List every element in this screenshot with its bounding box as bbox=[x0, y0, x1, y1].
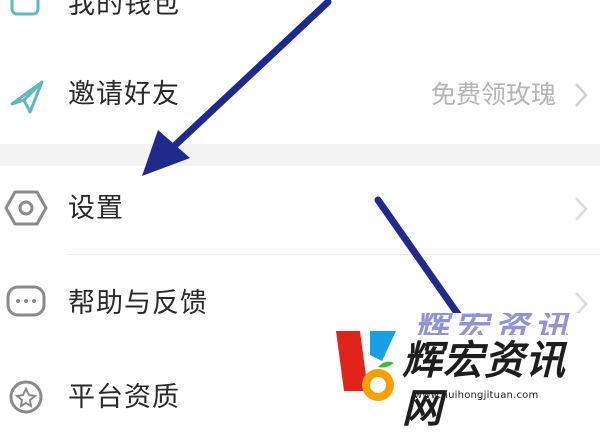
menu-item-invite-friends[interactable]: 邀请好友 免费领玫瑰 bbox=[0, 58, 600, 134]
menu-item-label: 平台资质 bbox=[68, 382, 180, 413]
watermark-faded-name: 辉宏资讯网 bbox=[414, 313, 574, 335]
watermark-url: www.huihongjituan.com bbox=[414, 390, 539, 401]
menu-item-label: 我的钱包 bbox=[68, 0, 180, 20]
menu-item-value: 免费领玫瑰 bbox=[430, 80, 556, 109]
menu-item-label: 邀请好友 bbox=[68, 79, 180, 110]
menu-item-label: 设置 bbox=[68, 193, 124, 224]
section-gap bbox=[0, 144, 600, 166]
menu-item-settings[interactable]: 设置 bbox=[0, 166, 600, 254]
menu-item-label: 帮助与反馈 bbox=[68, 288, 208, 319]
watermark-name: 辉宏资讯网 bbox=[402, 337, 566, 432]
badge-icon bbox=[9, 380, 43, 414]
paper-plane-icon bbox=[10, 80, 44, 114]
chevron-right-icon bbox=[575, 197, 588, 221]
hexagon-gear-icon bbox=[4, 190, 48, 226]
menu-item-wallet[interactable]: 我的钱包 bbox=[0, 0, 600, 42]
chevron-right-icon bbox=[575, 83, 588, 107]
chat-bubble-icon bbox=[6, 285, 46, 317]
watermark: 辉宏资讯网 辉宏资讯网 www.huihongjituan.com bbox=[330, 313, 600, 432]
wallet-icon bbox=[10, 0, 40, 16]
watermark-logo bbox=[336, 331, 396, 401]
